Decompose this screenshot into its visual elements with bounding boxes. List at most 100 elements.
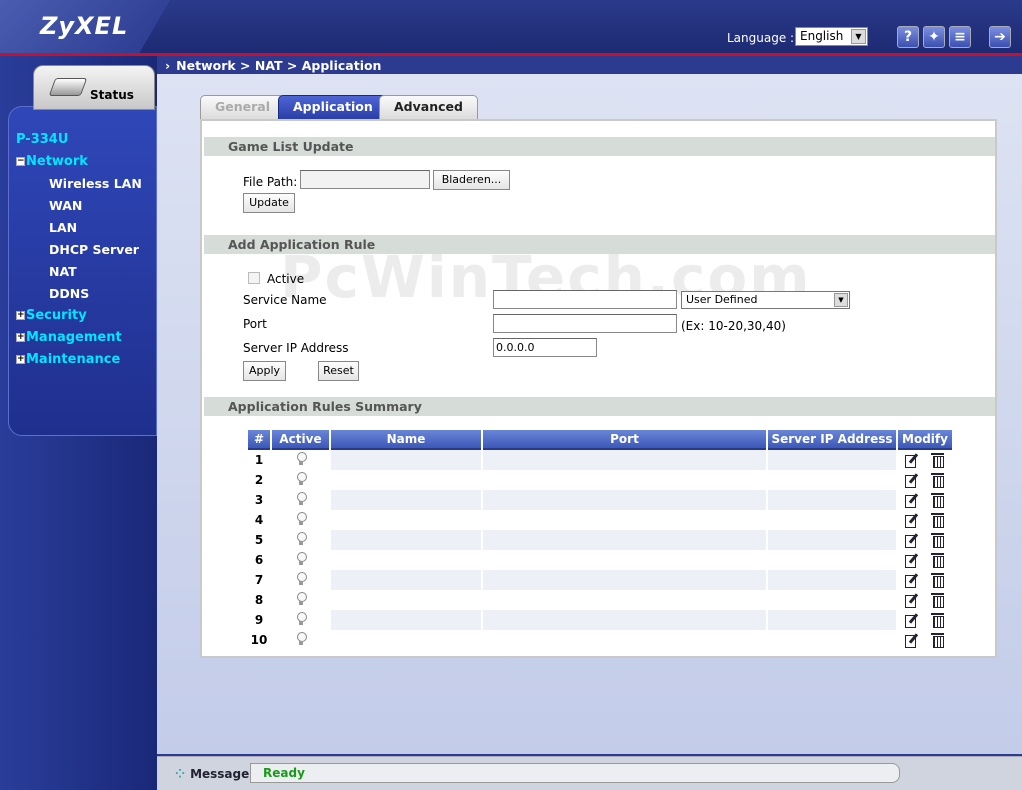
- edit-icon[interactable]: [905, 573, 919, 589]
- update-button[interactable]: Update: [243, 193, 295, 213]
- port-field[interactable]: [493, 314, 677, 333]
- rule-modify-cell: [898, 550, 952, 570]
- rule-number: 2: [254, 473, 264, 487]
- delete-icon[interactable]: [931, 613, 945, 629]
- rule-name-cell: [331, 450, 481, 470]
- rule-number: 5: [254, 533, 264, 547]
- bulb-icon: [296, 611, 307, 626]
- delete-icon[interactable]: [931, 513, 945, 529]
- wizard-icon[interactable]: ✦: [923, 26, 945, 48]
- apply-button[interactable]: Apply: [243, 361, 286, 381]
- rules-table: # Active Name Port Server IP Address Mod…: [246, 430, 954, 650]
- tab-application[interactable]: Application: [278, 95, 388, 119]
- server-ip-label: Server IP Address: [243, 341, 349, 355]
- sidebar-item-network[interactable]: −Network: [16, 151, 142, 173]
- col-name: Name: [331, 430, 481, 450]
- tab-general[interactable]: General: [200, 95, 285, 119]
- rule-port-cell: [483, 450, 766, 470]
- rule-port-cell: [483, 610, 766, 630]
- rule-port-cell: [483, 510, 766, 530]
- message-label: Message: [175, 767, 249, 781]
- help-icon[interactable]: ?: [897, 26, 919, 48]
- delete-icon[interactable]: [931, 573, 945, 589]
- zyxel-logo: ZyXEL: [0, 0, 170, 53]
- port-label: Port: [243, 317, 267, 331]
- rule-active-cell: [272, 450, 329, 470]
- sidebar-item-security[interactable]: +Security: [16, 305, 142, 327]
- col-active: Active: [272, 430, 329, 450]
- table-row: 8: [248, 590, 952, 610]
- delete-icon[interactable]: [931, 533, 945, 549]
- logout-icon[interactable]: ➔: [989, 26, 1011, 48]
- edit-icon[interactable]: [905, 453, 919, 469]
- sidebar-item-management[interactable]: +Management: [16, 327, 142, 349]
- browse-button[interactable]: Bladeren...: [433, 170, 510, 190]
- nav-menu: P-334U −Network Wireless LAN WAN LAN DHC…: [16, 129, 142, 371]
- rule-port-cell: [483, 590, 766, 610]
- status-bar: Message Ready: [157, 756, 1022, 790]
- sidebar-item-wan[interactable]: WAN: [16, 195, 142, 217]
- edit-icon[interactable]: [905, 613, 919, 629]
- col-number: #: [248, 430, 270, 450]
- rule-active-cell: [272, 490, 329, 510]
- rule-name-cell: [331, 630, 481, 650]
- table-row: 2: [248, 470, 952, 490]
- edit-icon[interactable]: [905, 533, 919, 549]
- sidebar-item-dhcp-server[interactable]: DHCP Server: [16, 239, 142, 261]
- rule-modify-cell: [898, 630, 952, 650]
- rule-number: 9: [254, 613, 264, 627]
- server-ip-field[interactable]: 0.0.0.0: [493, 338, 597, 357]
- rule-server-ip-cell: [768, 590, 896, 610]
- sidebar-item-nat[interactable]: NAT: [16, 261, 142, 283]
- tab-advanced[interactable]: Advanced: [379, 95, 478, 119]
- rule-name-cell: [331, 490, 481, 510]
- rule-name-cell: [331, 510, 481, 530]
- rule-server-ip-cell: [768, 490, 896, 510]
- rule-active-cell: [272, 630, 329, 650]
- sidebar-item-ddns[interactable]: DDNS: [16, 283, 142, 305]
- active-checkbox[interactable]: [248, 272, 260, 284]
- delete-icon[interactable]: [931, 473, 945, 489]
- main-content: Network > NAT > Application General Appl…: [157, 56, 1022, 790]
- edit-icon[interactable]: [905, 493, 919, 509]
- edit-icon[interactable]: [905, 633, 919, 649]
- delete-icon[interactable]: [931, 553, 945, 569]
- rule-active-cell: [272, 550, 329, 570]
- sidebar-item-maintenance[interactable]: +Maintenance: [16, 349, 142, 371]
- edit-icon[interactable]: [905, 513, 919, 529]
- reset-button[interactable]: Reset: [318, 361, 359, 381]
- rule-modify-cell: [898, 450, 952, 470]
- service-select[interactable]: User Defined ▼: [681, 291, 850, 309]
- rule-active-cell: [272, 530, 329, 550]
- sidebar-item-lan[interactable]: LAN: [16, 217, 142, 239]
- rule-active-cell: [272, 610, 329, 630]
- chevron-down-icon: ▼: [851, 29, 866, 44]
- edit-icon[interactable]: [905, 553, 919, 569]
- rule-modify-cell: [898, 590, 952, 610]
- rule-name-cell: [331, 590, 481, 610]
- delete-icon[interactable]: [931, 493, 945, 509]
- bulb-icon: [296, 551, 307, 566]
- about-icon[interactable]: ≡: [949, 26, 971, 48]
- rule-port-cell: [483, 570, 766, 590]
- delete-icon[interactable]: [931, 593, 945, 609]
- edit-icon[interactable]: [905, 593, 919, 609]
- language-select[interactable]: English ▼: [795, 27, 868, 46]
- col-port: Port: [483, 430, 766, 450]
- sidebar-item-wireless-lan[interactable]: Wireless LAN: [16, 173, 142, 195]
- rule-name-cell: [331, 530, 481, 550]
- delete-icon[interactable]: [931, 453, 945, 469]
- edit-icon[interactable]: [905, 473, 919, 489]
- bulb-icon: [296, 451, 307, 466]
- file-path-field[interactable]: [300, 170, 430, 189]
- rule-server-ip-cell: [768, 530, 896, 550]
- rule-number: 4: [254, 513, 264, 527]
- rule-number: 1: [254, 453, 264, 467]
- delete-icon[interactable]: [931, 633, 945, 649]
- rule-modify-cell: [898, 510, 952, 530]
- service-name-field[interactable]: [493, 290, 677, 309]
- bulb-icon: [296, 531, 307, 546]
- rule-name-cell: [331, 470, 481, 490]
- status-tab[interactable]: Status: [33, 65, 155, 110]
- rule-server-ip-cell: [768, 510, 896, 530]
